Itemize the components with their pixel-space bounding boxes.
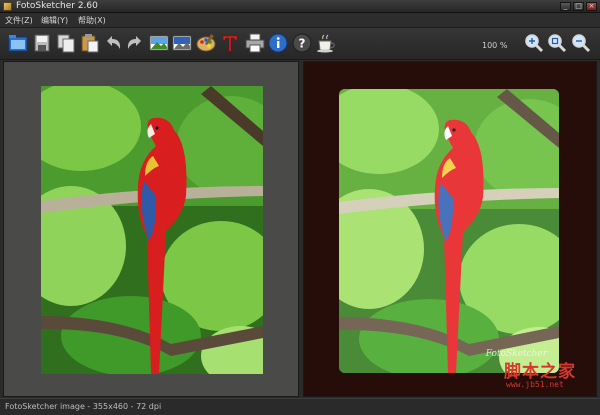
open-folder-icon[interactable] [7, 32, 29, 54]
info-icon[interactable] [267, 32, 289, 54]
menu-edit[interactable]: 编辑(Y) [41, 15, 68, 26]
watermark-title: 脚本之家 [504, 362, 576, 382]
close-button[interactable]: × [586, 2, 597, 11]
zoom-out-icon[interactable] [570, 32, 592, 54]
copy-icon[interactable] [55, 32, 77, 54]
print-icon[interactable] [244, 32, 266, 54]
menu-help[interactable]: 帮助(X) [78, 15, 106, 26]
coffee-cup-icon[interactable] [315, 32, 337, 54]
menu-file[interactable]: 文件(Z) [5, 15, 33, 26]
source-image-icon[interactable] [148, 32, 170, 54]
zoom-level: 100 % [482, 41, 508, 50]
status-text: FotoSketcher image - 355x460 - 72 dpi [5, 402, 162, 411]
watermark: 脚本之家 www.jb51.net [504, 357, 594, 395]
minimize-button[interactable]: _ [560, 2, 571, 11]
text-tool-icon[interactable] [219, 32, 241, 54]
paste-icon[interactable] [79, 32, 101, 54]
result-image-panel[interactable]: FotoSketcher [303, 61, 597, 397]
app-icon [3, 2, 12, 11]
redo-icon[interactable] [124, 32, 146, 54]
window-title: FotoSketcher 2.60 [16, 1, 98, 11]
undo-icon[interactable] [102, 32, 124, 54]
result-image-icon[interactable] [171, 32, 193, 54]
source-image-panel[interactable] [3, 61, 299, 397]
zoom-fit-icon[interactable] [546, 32, 568, 54]
save-icon[interactable] [31, 32, 53, 54]
watermark-url: www.jb51.net [506, 380, 564, 389]
toolbar: ? 100 % [0, 27, 600, 60]
status-bar: FotoSketcher image - 355x460 - 72 dpi [0, 398, 600, 415]
paint-palette-icon[interactable] [195, 32, 217, 54]
zoom-in-icon[interactable] [523, 32, 545, 54]
svg-text:?: ? [299, 37, 306, 51]
title-bar: FotoSketcher 2.60 _ □ × [0, 0, 600, 13]
help-icon[interactable]: ? [291, 32, 313, 54]
result-sketch: FotoSketcher [339, 89, 559, 373]
menu-bar: 文件(Z) 编辑(Y) 帮助(X) [0, 13, 600, 27]
maximize-button[interactable]: □ [573, 2, 584, 11]
source-photo [41, 86, 263, 374]
